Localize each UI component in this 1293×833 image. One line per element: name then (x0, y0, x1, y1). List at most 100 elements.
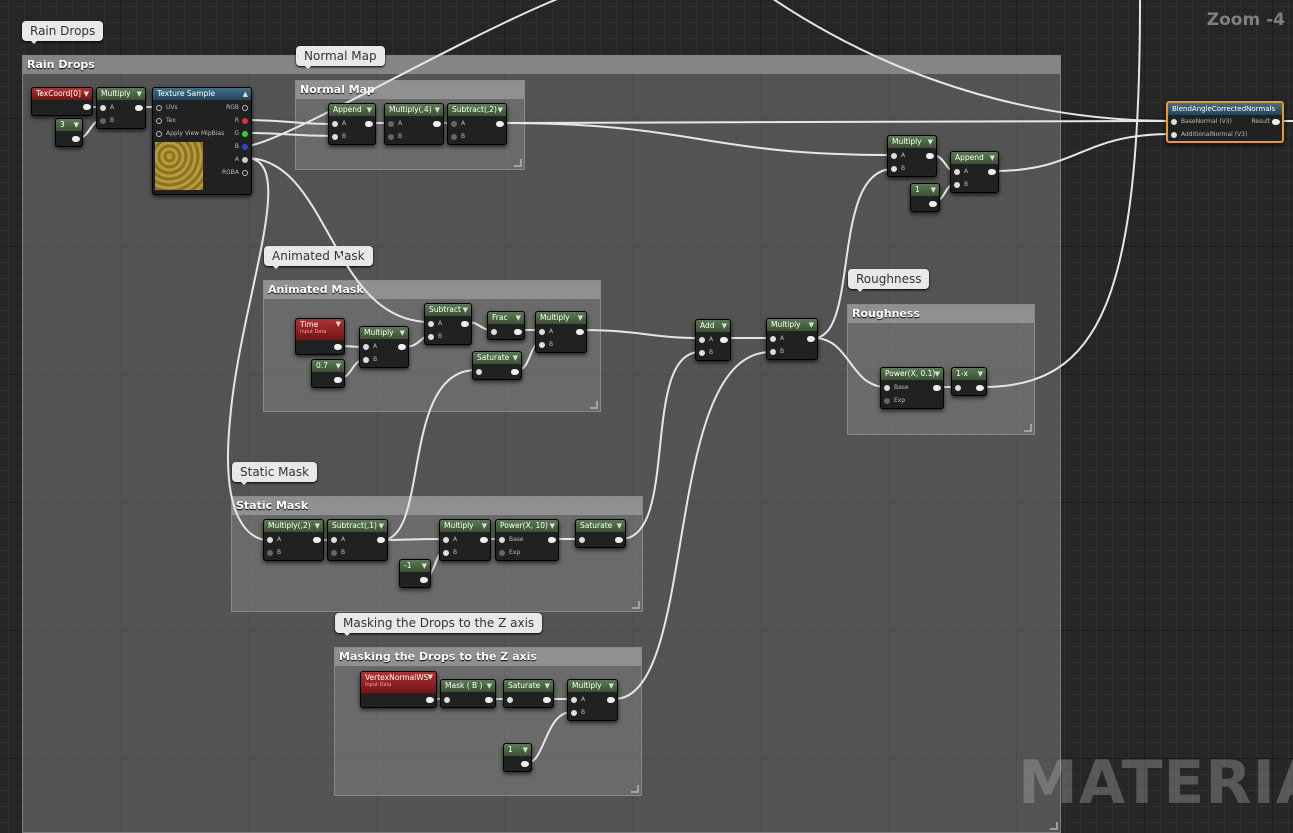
pin-additional-normal[interactable]: AdditionalNormal (V3) (1171, 130, 1247, 140)
saturate-anim-node[interactable]: Saturate ▼ (472, 351, 522, 380)
input-pin[interactable] (267, 537, 273, 543)
resize-handle[interactable] (632, 601, 640, 609)
output-pin[interactable] (334, 344, 342, 350)
chevron-down-icon[interactable]: ▼ (422, 560, 427, 572)
chevron-down-icon[interactable]: ▼ (487, 680, 492, 692)
chevron-down-icon[interactable]: ▼ (463, 304, 468, 316)
pin-a[interactable]: A (267, 535, 281, 545)
pin-b[interactable]: B (388, 132, 402, 142)
input-pin[interactable] (388, 134, 394, 140)
pin-tex[interactable]: Tex (156, 116, 176, 126)
resize-handle[interactable] (514, 159, 522, 167)
pin-b[interactable]: B (100, 116, 114, 126)
input-pin[interactable] (491, 329, 497, 335)
time-node[interactable]: Time Input Data ▼ (295, 318, 345, 355)
output-pin[interactable] (426, 697, 434, 703)
output-pin[interactable] (511, 369, 519, 375)
add-node[interactable]: Add ▼ A B (695, 319, 731, 361)
input-pin[interactable] (332, 121, 338, 127)
chevron-up-icon[interactable]: ▲ (243, 88, 248, 100)
input-pin[interactable] (443, 550, 449, 556)
pin-b[interactable]: B (443, 548, 457, 558)
pin-a[interactable]: A (443, 535, 457, 545)
chevron-down-icon[interactable]: ▼ (578, 312, 583, 324)
resize-handle[interactable] (631, 785, 639, 793)
texture-sample-node[interactable]: Texture Sample ▲ UVs Tex Apply View MipBi… (152, 87, 252, 195)
input-pin[interactable] (444, 697, 450, 703)
constant-neg1-node[interactable]: -1 ▼ (399, 559, 431, 588)
pin-a[interactable]: A (331, 535, 345, 545)
output-pin[interactable] (988, 169, 996, 175)
resize-handle[interactable] (1050, 822, 1058, 830)
pin-b[interactable]: B (267, 548, 281, 558)
input-pin[interactable] (770, 349, 776, 355)
input-pin[interactable] (428, 321, 434, 327)
chevron-down-icon[interactable]: ▼ (379, 520, 384, 532)
pin-a[interactable]: A (699, 335, 713, 345)
one-minus-node[interactable]: 1-x ▼ (951, 367, 987, 396)
texcoord-node[interactable]: TexCoord[0] ▼ (31, 87, 93, 116)
multiply-uv-node[interactable]: Multiply ▼ A B (96, 87, 146, 129)
output-pin[interactable] (496, 121, 504, 127)
pin-exp[interactable]: Exp (884, 396, 905, 406)
chevron-down-icon[interactable]: ▼ (435, 104, 440, 116)
multiply-normal-node[interactable]: Multiply ▼ A B (887, 135, 937, 177)
input-pin[interactable] (451, 134, 457, 140)
comment-masking[interactable]: Masking the Drops to the Z axis (334, 647, 642, 796)
input-pin[interactable] (571, 710, 577, 716)
pin-a[interactable]: A (539, 327, 553, 337)
chevron-down-icon[interactable]: ▼ (617, 520, 622, 532)
input-pin[interactable] (507, 697, 513, 703)
saturate-static-node[interactable]: Saturate ▼ (575, 519, 626, 548)
chevron-down-icon[interactable]: ▼ (84, 88, 89, 100)
output-pin[interactable] (976, 385, 984, 391)
input-pin[interactable] (954, 169, 960, 175)
append-final-node[interactable]: Append ▼ A B (950, 151, 999, 193)
pin-base-normal[interactable]: BaseNormal (V3) (1171, 117, 1232, 127)
pin-b[interactable]: B (332, 132, 346, 142)
input-pin[interactable] (451, 121, 457, 127)
input-pin[interactable] (699, 350, 705, 356)
chevron-down-icon[interactable]: ▼ (523, 744, 528, 756)
frac-node[interactable]: Frac ▼ (487, 311, 525, 340)
input-pin[interactable] (539, 342, 545, 348)
output-pin[interactable] (514, 329, 522, 335)
input-pin[interactable] (891, 153, 897, 159)
multiply-static-node[interactable]: Multiply ▼ A B (439, 519, 491, 561)
output-pin[interactable] (480, 537, 488, 543)
resize-handle[interactable] (590, 401, 598, 409)
input-pin[interactable] (476, 369, 482, 375)
input-pin[interactable] (331, 537, 337, 543)
chevron-down-icon[interactable]: ▼ (935, 368, 940, 380)
output-pin[interactable] (615, 537, 623, 543)
output-pin[interactable] (420, 577, 428, 583)
input-pin[interactable] (499, 550, 505, 556)
output-pin[interactable] (313, 537, 321, 543)
mask-b-node[interactable]: Mask ( B ) ▼ (440, 679, 496, 708)
input-pin[interactable] (891, 166, 897, 172)
output-pin[interactable] (365, 121, 373, 127)
output-pin[interactable] (929, 201, 937, 207)
pin-a[interactable]: A (428, 319, 442, 329)
output-pin-b[interactable] (242, 144, 248, 150)
output-pin-r[interactable] (242, 118, 248, 124)
input-pin[interactable] (770, 336, 776, 342)
pin-b[interactable]: B (891, 164, 905, 174)
output-pin[interactable] (807, 336, 815, 342)
pin-a[interactable]: A (388, 119, 402, 129)
output-pin[interactable] (398, 344, 406, 350)
input-pin[interactable] (443, 537, 449, 543)
input-pin[interactable] (884, 385, 890, 391)
chevron-down-icon[interactable]: ▼ (928, 136, 933, 148)
multiply-mask-node[interactable]: Multiply ▼ A B (567, 679, 618, 721)
constant-1-node[interactable]: 1 ▼ (910, 183, 940, 212)
append-node[interactable]: Append ▼ A B (328, 103, 376, 145)
comment-bubble-animated-mask[interactable]: Animated Mask (264, 246, 373, 269)
input-pin[interactable] (499, 537, 505, 543)
power-01-node[interactable]: Power(X, 0.1) ▼ Base Exp (880, 367, 944, 409)
chevron-down-icon[interactable]: ▼ (498, 104, 503, 116)
output-pin-rgb[interactable] (242, 105, 248, 111)
input-pin[interactable] (156, 105, 162, 111)
multiply-add-node[interactable]: Multiply ▼ A B (766, 318, 818, 360)
constant-07-node[interactable]: 0.7 ▼ (311, 359, 345, 388)
